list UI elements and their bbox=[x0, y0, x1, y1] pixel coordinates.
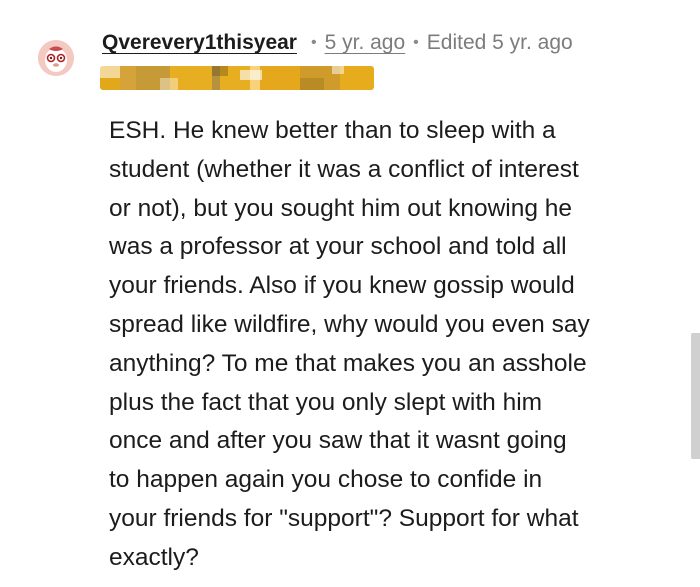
comment-body: ESH. He knew better than to sleep with a… bbox=[109, 117, 590, 571]
user-avatar-icon[interactable] bbox=[38, 40, 74, 76]
meta-separator: • bbox=[310, 34, 317, 51]
comment-timestamp[interactable]: 5 yr. ago bbox=[325, 31, 406, 55]
comment: Qverevery1thisyear • 5 yr. ago • Edited … bbox=[0, 0, 700, 587]
meta-separator-2: • bbox=[413, 34, 419, 51]
user-flair-redacted bbox=[100, 66, 374, 90]
username-link[interactable]: Qverevery1thisyear bbox=[102, 31, 297, 55]
comment-meta: Qverevery1thisyear • 5 yr. ago • Edited … bbox=[102, 28, 573, 58]
edited-label: Edited 5 yr. ago bbox=[426, 31, 573, 54]
scrollbar-thumb[interactable] bbox=[691, 333, 700, 459]
